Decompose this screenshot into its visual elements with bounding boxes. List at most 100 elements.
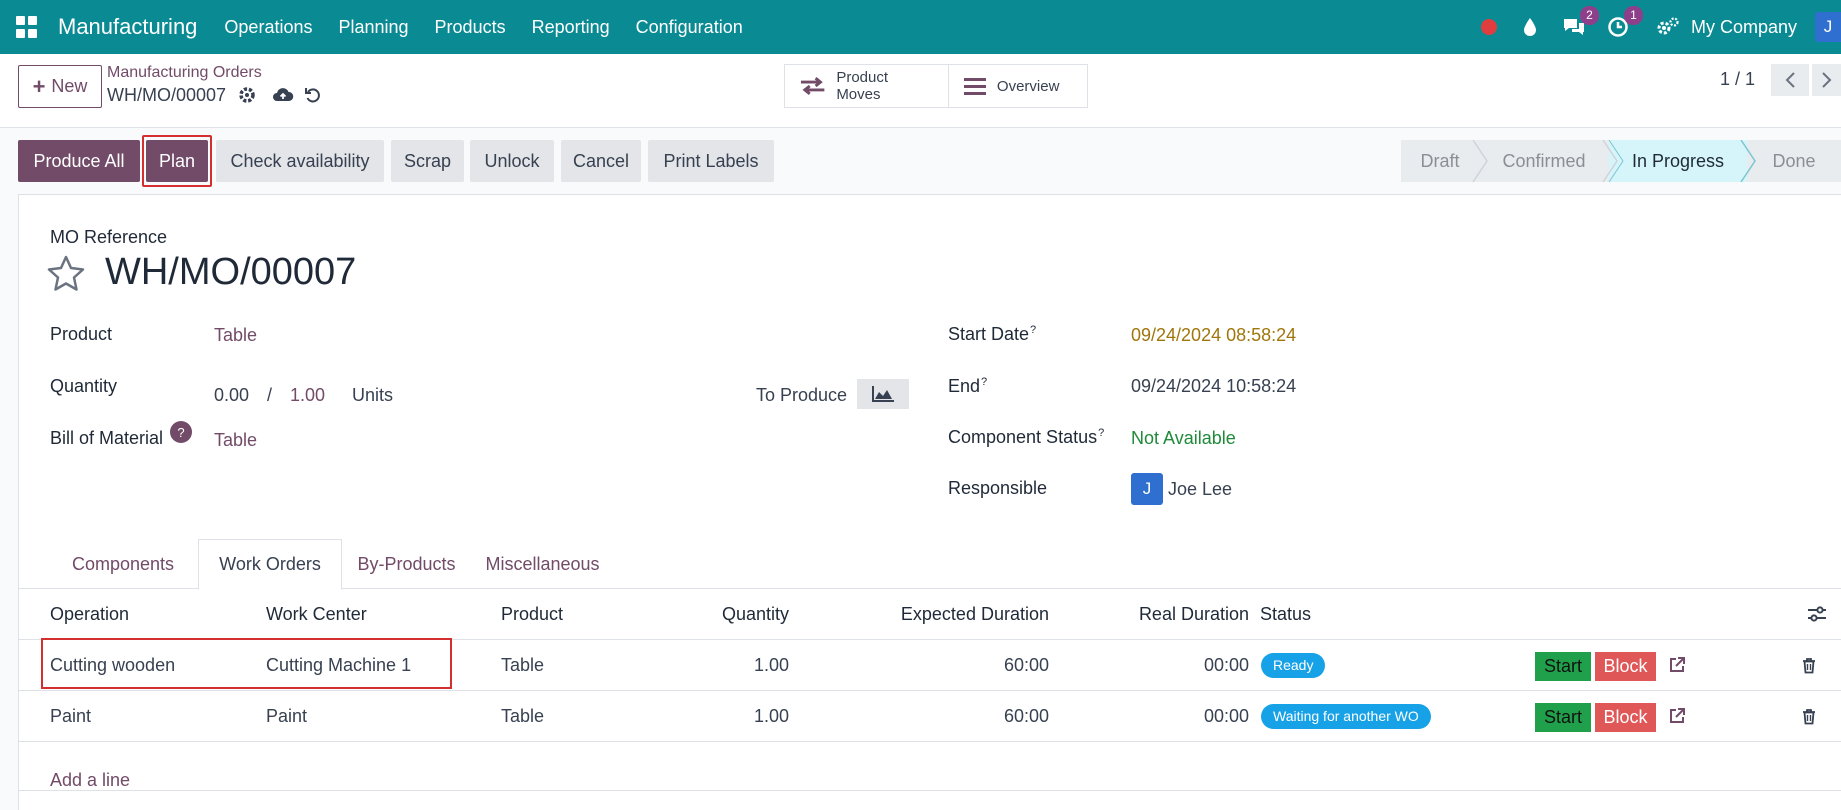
chevron-left-icon <box>1785 72 1795 88</box>
bom-label: Bill of Material <box>50 428 164 448</box>
bom-value[interactable]: Table <box>214 430 257 451</box>
new-button[interactable]: + New <box>18 65 102 108</box>
tab-by-products[interactable]: By-Products <box>348 539 465 589</box>
breadcrumb-manufacturing-orders[interactable]: Manufacturing Orders <box>107 64 262 82</box>
product-value[interactable]: Table <box>214 325 257 346</box>
app-brand[interactable]: Manufacturing <box>58 14 197 40</box>
start-button[interactable]: Start <box>1535 703 1591 732</box>
col-product[interactable]: Product <box>501 589 563 640</box>
clock-icon[interactable]: 1 <box>1605 6 1643 40</box>
start-button[interactable]: Start <box>1535 652 1591 681</box>
overview-label: Overview <box>996 77 1060 95</box>
quantity-uom[interactable]: Units <box>352 385 393 406</box>
check-availability-button[interactable]: Check availability <box>216 140 384 182</box>
table-row[interactable]: Paint Paint Table 1.00 60:00 00:00 Waiti… <box>19 691 1841 742</box>
stage-done[interactable]: Done <box>1747 140 1841 182</box>
stage-in-progress[interactable]: In Progress <box>1609 140 1747 182</box>
block-button[interactable]: Block <box>1595 703 1656 732</box>
row-expected-duration[interactable]: 60:00 <box>849 691 1049 742</box>
col-operation[interactable]: Operation <box>50 589 129 640</box>
mo-reference-label: MO Reference <box>50 227 168 247</box>
row-real-duration[interactable]: 00:00 <box>1079 640 1249 691</box>
form-sheet: MO Reference WH/MO/00007 Product Table Q… <box>18 194 1841 810</box>
stage-confirmed[interactable]: Confirmed <box>1479 140 1609 182</box>
gear-icon[interactable] <box>236 84 258 106</box>
record-dot-icon[interactable] <box>1480 19 1497 35</box>
pager-previous[interactable] <box>1771 64 1809 96</box>
row-quantity[interactable]: 1.00 <box>669 640 789 691</box>
undo-icon[interactable] <box>302 84 324 106</box>
chat-icon[interactable]: 2 <box>1561 6 1599 40</box>
breadcrumb-current: WH/MO/00007 <box>107 84 324 106</box>
col-quantity[interactable]: Quantity <box>669 589 789 640</box>
start-date-help[interactable]: ? <box>1030 324 1036 336</box>
row-quantity[interactable]: 1.00 <box>669 691 789 742</box>
menu-configuration[interactable]: Configuration <box>623 17 756 38</box>
tab-miscellaneous[interactable]: Miscellaneous <box>471 539 614 589</box>
breadcrumb-record: WH/MO/00007 <box>107 84 227 105</box>
external-link-icon[interactable] <box>1667 655 1687 675</box>
overview-button[interactable]: Overview <box>947 65 1087 107</box>
produce-all-button[interactable]: Produce All <box>18 140 140 182</box>
pager-value[interactable]: 1 / 1 <box>1720 69 1755 90</box>
start-date-value[interactable]: 09/24/2024 08:58:24 <box>1131 325 1296 346</box>
row-work-center[interactable]: Paint <box>266 691 307 742</box>
component-status-help[interactable]: ? <box>1098 427 1104 439</box>
row-product[interactable]: Table <box>501 691 544 742</box>
pager-next[interactable] <box>1812 64 1841 96</box>
company-switcher[interactable]: My Company <box>1691 17 1797 38</box>
responsible-label: Responsible <box>948 478 1048 498</box>
menu-products[interactable]: Products <box>422 17 519 38</box>
tab-work-orders[interactable]: Work Orders <box>198 539 342 590</box>
menu-operations[interactable]: Operations <box>211 17 325 38</box>
row-operation[interactable]: Paint <box>50 691 91 742</box>
block-button[interactable]: Block <box>1595 652 1656 681</box>
product-moves-button[interactable]: Product Moves <box>785 65 948 107</box>
to-produce-label: To Produce <box>756 385 848 405</box>
user-avatar[interactable]: J <box>1815 12 1841 42</box>
external-link-icon[interactable] <box>1667 706 1687 726</box>
statusbar: Produce All Plan Check availability Scra… <box>0 128 1841 194</box>
quantity-produced[interactable]: 0.00 <box>214 385 249 406</box>
trash-icon[interactable] <box>1799 655 1819 675</box>
activity-badge: 1 <box>1623 6 1643 25</box>
quantity-separator: / <box>267 385 273 405</box>
col-work-center[interactable]: Work Center <box>266 589 367 640</box>
col-expected-duration[interactable]: Expected Duration <box>849 589 1049 640</box>
plus-icon: + <box>32 73 46 99</box>
row-real-duration[interactable]: 00:00 <box>1079 691 1249 742</box>
menu-planning[interactable]: Planning <box>325 17 421 38</box>
quantity-to-produce[interactable]: 1.00 <box>290 385 325 406</box>
cancel-button[interactable]: Cancel <box>561 140 641 182</box>
settings-icon[interactable] <box>1655 14 1681 40</box>
apps-icon[interactable] <box>16 16 38 38</box>
col-real-duration[interactable]: Real Duration <box>1079 589 1249 640</box>
tab-components[interactable]: Components <box>53 539 193 589</box>
responsible-avatar: J <box>1131 473 1163 505</box>
add-line-link[interactable]: Add a line <box>50 755 130 806</box>
responsible-value[interactable]: Joe Lee <box>1168 479 1232 500</box>
menu-reporting[interactable]: Reporting <box>519 17 623 38</box>
cloud-upload-icon[interactable] <box>272 84 294 106</box>
notebook-tabs: Components Work Orders By-Products Misce… <box>19 539 1841 590</box>
trash-icon[interactable] <box>1799 706 1819 726</box>
row-expected-duration[interactable]: 60:00 <box>849 640 1049 691</box>
stage-draft[interactable]: Draft <box>1401 140 1479 182</box>
scrap-button[interactable]: Scrap <box>391 140 464 182</box>
end-help[interactable]: ? <box>981 376 987 388</box>
row-product[interactable]: Table <box>501 640 544 691</box>
to-produce-forecast-button[interactable] <box>857 379 909 409</box>
plan-highlight <box>142 135 212 187</box>
col-status[interactable]: Status <box>1260 589 1311 640</box>
smart-buttons: Product Moves Overview <box>784 64 1088 108</box>
product-label: Product <box>50 324 113 344</box>
droplet-icon[interactable] <box>1517 14 1543 40</box>
sliders-icon[interactable] <box>1807 604 1827 624</box>
status-badge: Ready <box>1261 653 1326 678</box>
top-navbar: Manufacturing Operations Planning Produc… <box>0 0 1841 54</box>
print-labels-button[interactable]: Print Labels <box>648 140 774 182</box>
end-value[interactable]: 09/24/2024 10:58:24 <box>1131 376 1296 397</box>
bom-help-icon[interactable]: ? <box>170 421 192 443</box>
unlock-button[interactable]: Unlock <box>470 140 554 182</box>
star-icon[interactable] <box>47 255 85 296</box>
